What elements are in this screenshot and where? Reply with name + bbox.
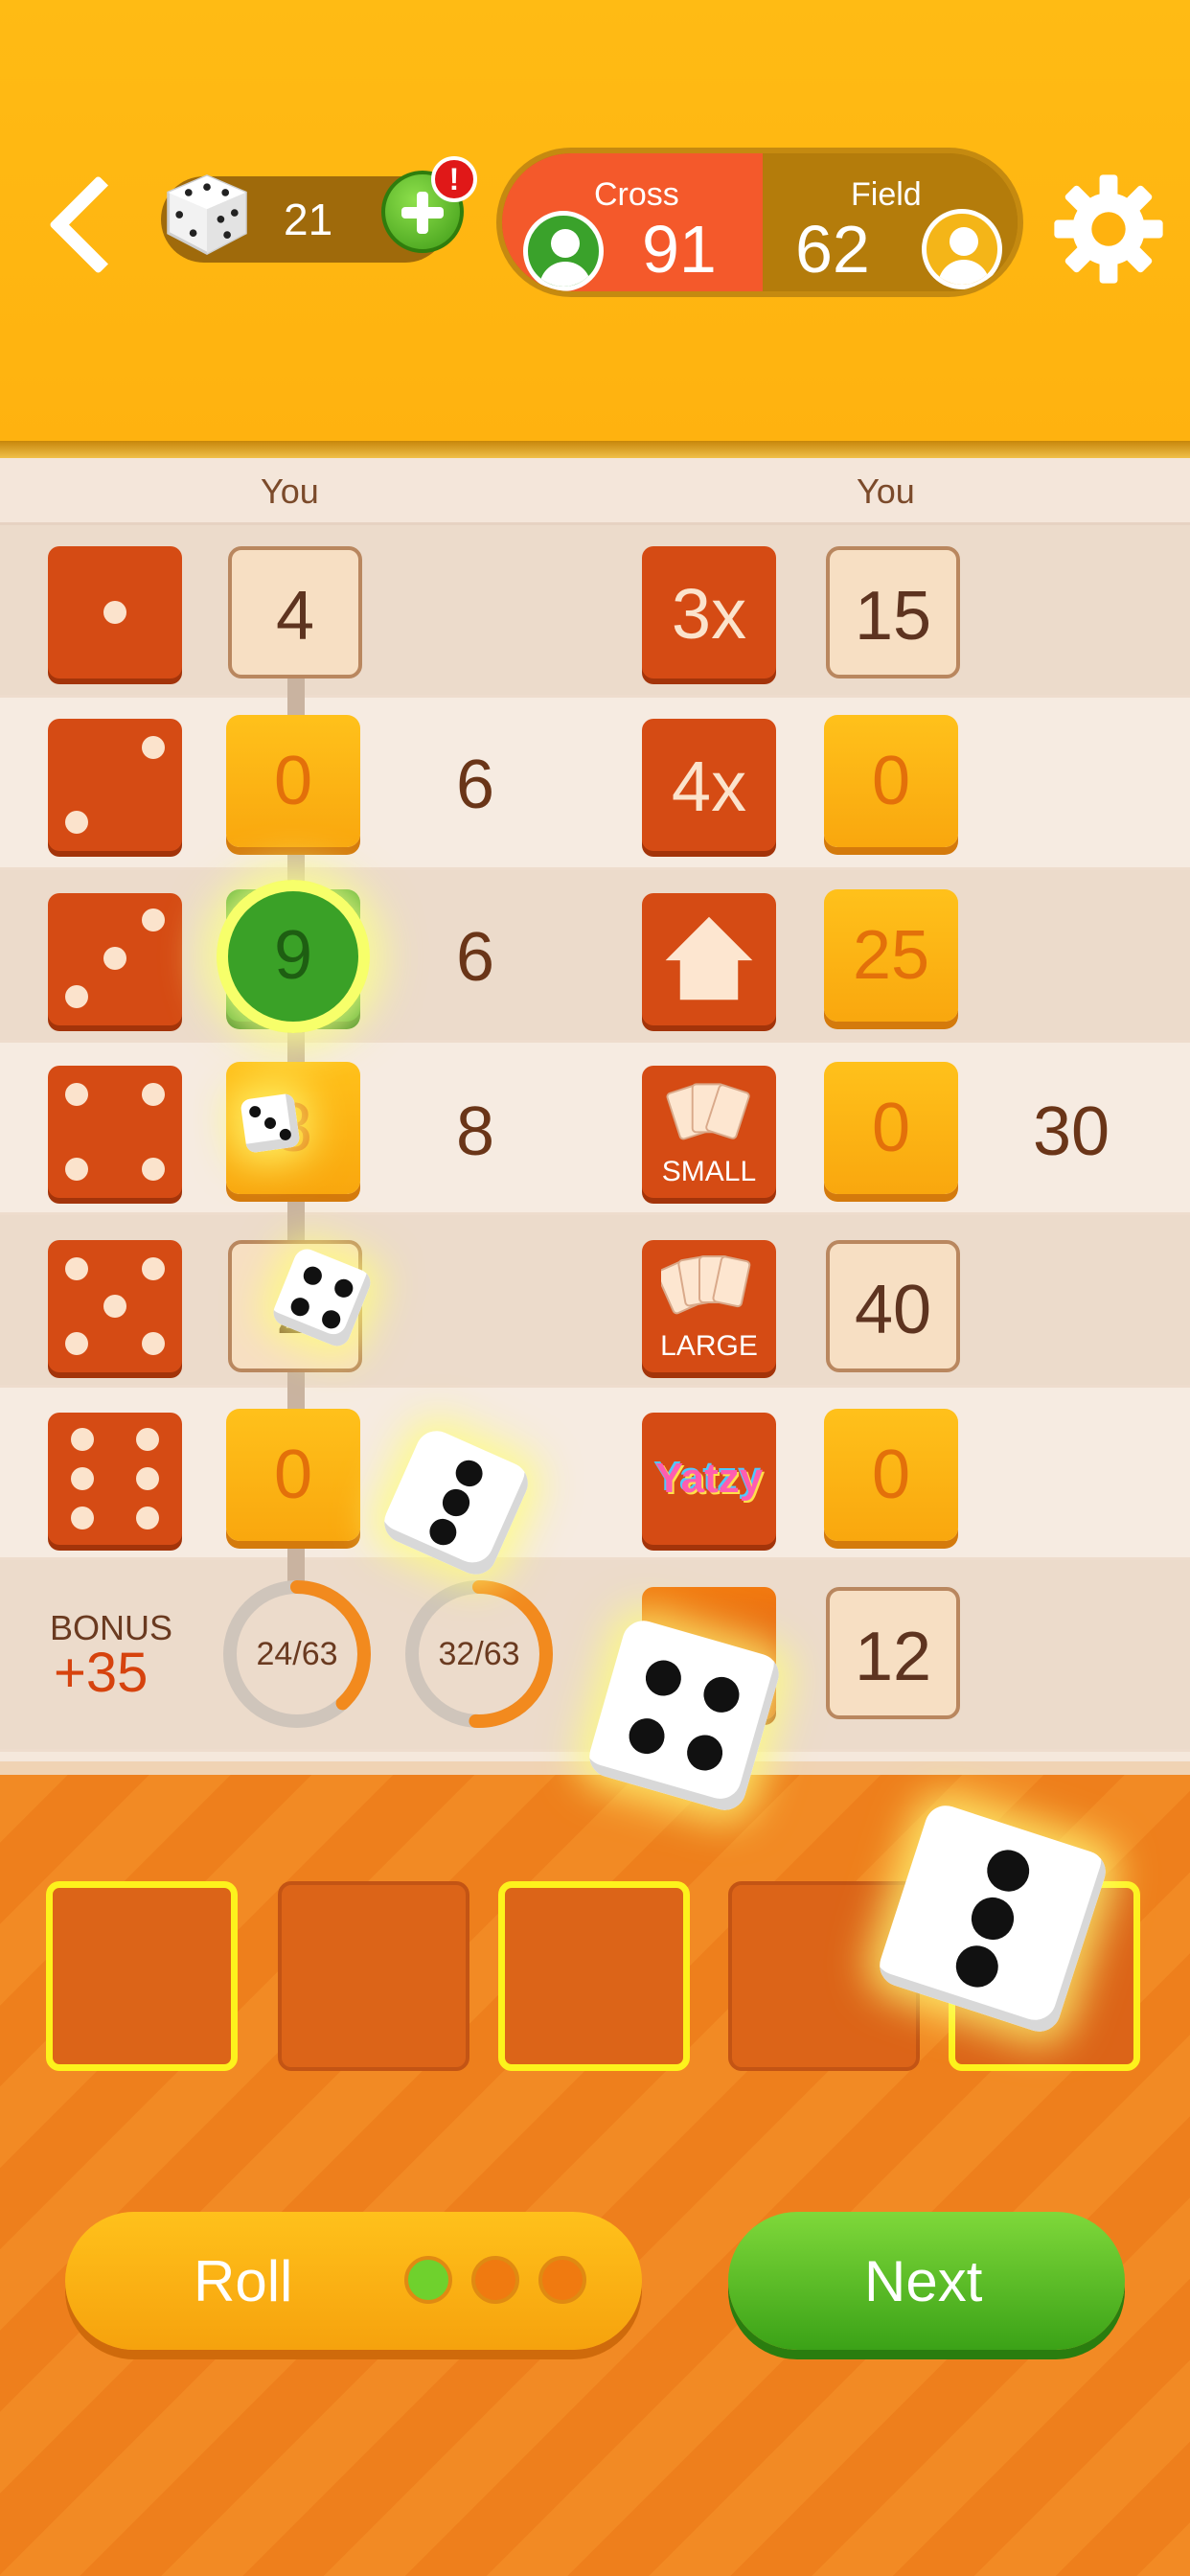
roll-indicator-1 [404, 2256, 452, 2304]
score-box-full-house[interactable]: 25 [824, 889, 958, 1022]
held-slot-3[interactable] [498, 1881, 690, 2071]
left-player-avatar-icon[interactable] [523, 211, 604, 291]
category-yatzy-icon: Yatzy [642, 1413, 776, 1545]
category-fours-icon [48, 1066, 182, 1198]
back-icon[interactable] [46, 171, 123, 276]
category-threes-icon [48, 893, 182, 1025]
left-player-score: 91 [642, 212, 717, 287]
category-yatzy-label: Yatzy [654, 1455, 764, 1502]
score-box-chance[interactable]: 12 [826, 1587, 960, 1719]
projection-twos: 6 [456, 747, 495, 823]
settings-gear-icon[interactable] [1052, 172, 1165, 286]
category-fives-icon [48, 1240, 182, 1372]
left-player-panel: Cross 91 [502, 153, 763, 291]
category-3x-icon: 3x [642, 546, 776, 678]
projection-small-straight: 30 [1033, 1093, 1110, 1170]
score-box-large-straight[interactable]: 40 [826, 1240, 960, 1372]
right-column-header: You [857, 472, 915, 511]
right-player-name: Field [851, 176, 922, 213]
die-small-three-icon[interactable] [240, 1092, 301, 1154]
score-box-twos[interactable]: 0 [226, 715, 360, 847]
category-3x-label: 3x [671, 574, 747, 654]
category-4x-label: 4x [671, 747, 747, 826]
category-sixes-icon [48, 1413, 182, 1545]
held-slot-1[interactable] [46, 1881, 238, 2071]
selection-glow [217, 880, 370, 1033]
bonus-progress-text-right: 32/63 [438, 1636, 520, 1672]
category-small-straight-icon: SMALL [642, 1066, 776, 1198]
left-player-name: Cross [594, 176, 679, 213]
bonus-progress-ring-left: 24/63 [220, 1577, 374, 1731]
dice-icon [167, 174, 247, 255]
projection-threes: 6 [456, 919, 495, 996]
held-slot-2[interactable] [278, 1881, 469, 2071]
category-ones-icon [48, 546, 182, 678]
category-twos-icon [48, 719, 182, 851]
roll-button[interactable]: Roll [65, 2212, 642, 2350]
roll-indicator-2 [471, 2256, 519, 2304]
score-box-sixes[interactable]: 0 [226, 1409, 360, 1541]
column-header: You You [0, 458, 1190, 525]
left-column-header: You [261, 472, 319, 511]
alert-badge: ! [431, 156, 477, 202]
next-button[interactable]: Next [728, 2212, 1125, 2350]
category-full-house-icon [642, 893, 776, 1025]
category-4x-icon: 4x [642, 719, 776, 851]
right-player-avatar-icon[interactable] [922, 209, 1002, 289]
dice-count: 21 [284, 195, 333, 244]
score-box-small-straight[interactable]: 0 [824, 1062, 958, 1194]
score-box-yatzy[interactable]: 0 [824, 1409, 958, 1541]
score-row-bonus [0, 1560, 1190, 1752]
right-player-panel: Field 62 [763, 153, 1018, 291]
board-rim [0, 441, 1190, 458]
right-player-score: 62 [795, 212, 870, 287]
match-score: Cross 91 Field 62 [496, 148, 1023, 297]
score-box-ones[interactable]: 4 [228, 546, 362, 678]
bonus-value: +35 [54, 1642, 149, 1704]
next-button-label: Next [864, 2249, 983, 2313]
projection-fours: 8 [456, 1093, 495, 1170]
category-small-label: SMALL [661, 1156, 757, 1187]
score-box-4x[interactable]: 0 [824, 715, 958, 847]
roll-indicator-3 [538, 2256, 586, 2304]
roll-button-label: Roll [194, 2249, 293, 2313]
category-large-straight-icon: LARGE [642, 1240, 776, 1372]
category-large-label: LARGE [660, 1330, 758, 1362]
score-box-3x[interactable]: 15 [826, 546, 960, 678]
bonus-progress-text-left: 24/63 [256, 1636, 338, 1672]
bonus-progress-ring-right: 32/63 [402, 1577, 556, 1731]
